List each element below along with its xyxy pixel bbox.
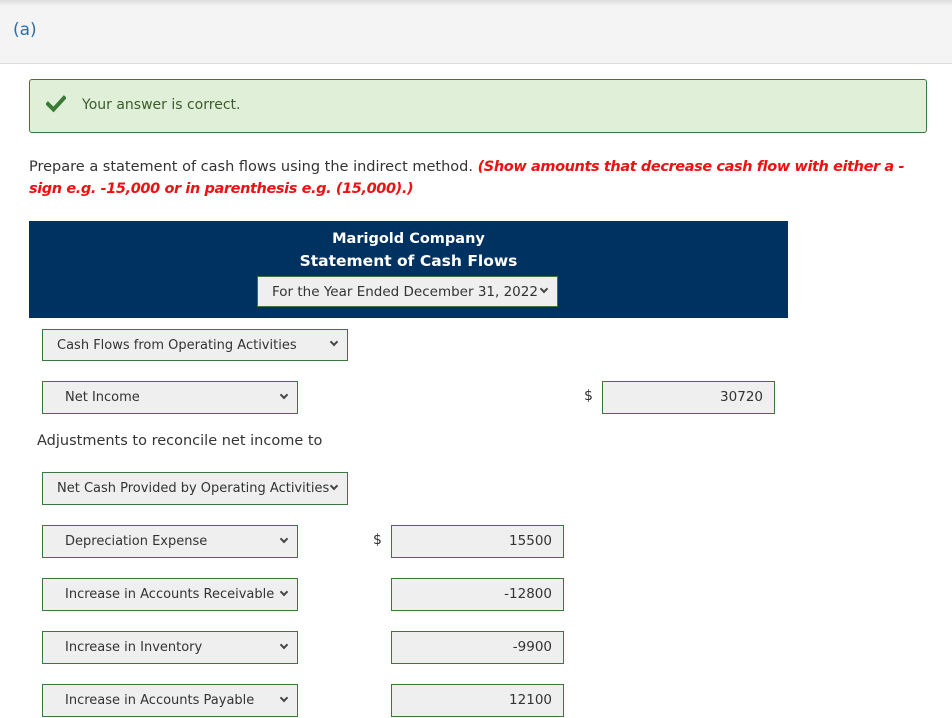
period-select[interactable]: For the Year Ended December 31, 2022 xyxy=(257,276,558,307)
chevron-down-icon xyxy=(279,693,289,702)
operating-section-value: Cash Flows from Operating Activities xyxy=(57,337,297,353)
adjustments-select[interactable]: Net Cash Provided by Operating Activitie… xyxy=(42,472,348,505)
adjustments-label: Adjustments to reconcile net income to xyxy=(37,433,323,449)
net-income-label: Net Income xyxy=(65,390,140,405)
accounts-payable-amount-input[interactable]: 12100 xyxy=(391,684,564,717)
depreciation-select[interactable]: Depreciation Expense xyxy=(42,525,298,558)
company-name: Marigold Company xyxy=(332,231,485,247)
depreciation-label: Depreciation Expense xyxy=(65,534,208,549)
success-feedback: Your answer is correct. xyxy=(29,79,927,133)
chevron-down-icon xyxy=(279,587,289,596)
accounts-receivable-label: Increase in Accounts Receivable xyxy=(65,587,275,602)
statement-title: Statement of Cash Flows xyxy=(299,252,518,270)
part-label: (a) xyxy=(13,20,37,40)
accounts-payable-select[interactable]: Increase in Accounts Payable xyxy=(42,684,298,717)
net-income-select[interactable]: Net Income xyxy=(42,381,298,414)
chevron-down-icon xyxy=(539,284,549,293)
part-header: (a) xyxy=(0,0,952,64)
dollar-sign: $ xyxy=(373,532,382,548)
feedback-text: Your answer is correct. xyxy=(82,97,241,113)
inventory-select[interactable]: Increase in Inventory xyxy=(42,631,298,664)
chevron-down-icon xyxy=(329,337,339,347)
operating-section-select[interactable]: Cash Flows from Operating Activities xyxy=(42,329,348,361)
chevron-down-icon xyxy=(329,481,339,490)
chevron-down-icon xyxy=(279,534,289,543)
accounts-receivable-select[interactable]: Increase in Accounts Receivable xyxy=(42,578,298,611)
instructions: Prepare a statement of cash flows using … xyxy=(29,156,929,200)
top-shadow xyxy=(0,0,952,6)
checkmark-icon xyxy=(46,95,66,113)
chevron-down-icon xyxy=(279,640,289,649)
period-select-value: For the Year Ended December 31, 2022 xyxy=(272,283,538,300)
dollar-sign: $ xyxy=(584,388,593,404)
adjustments-select-value: Net Cash Provided by Operating Activitie… xyxy=(57,481,330,496)
accounts-payable-label: Increase in Accounts Payable xyxy=(65,693,255,708)
inventory-label: Increase in Inventory xyxy=(65,640,203,655)
net-income-amount-input[interactable]: 30720 xyxy=(602,381,775,414)
accounts-receivable-amount-input[interactable]: -12800 xyxy=(391,578,564,611)
depreciation-amount-input[interactable]: 15500 xyxy=(391,525,564,558)
chevron-down-icon xyxy=(279,390,289,399)
inventory-amount-input[interactable]: -9900 xyxy=(391,631,564,664)
instructions-text: Prepare a statement of cash flows using … xyxy=(29,159,473,175)
